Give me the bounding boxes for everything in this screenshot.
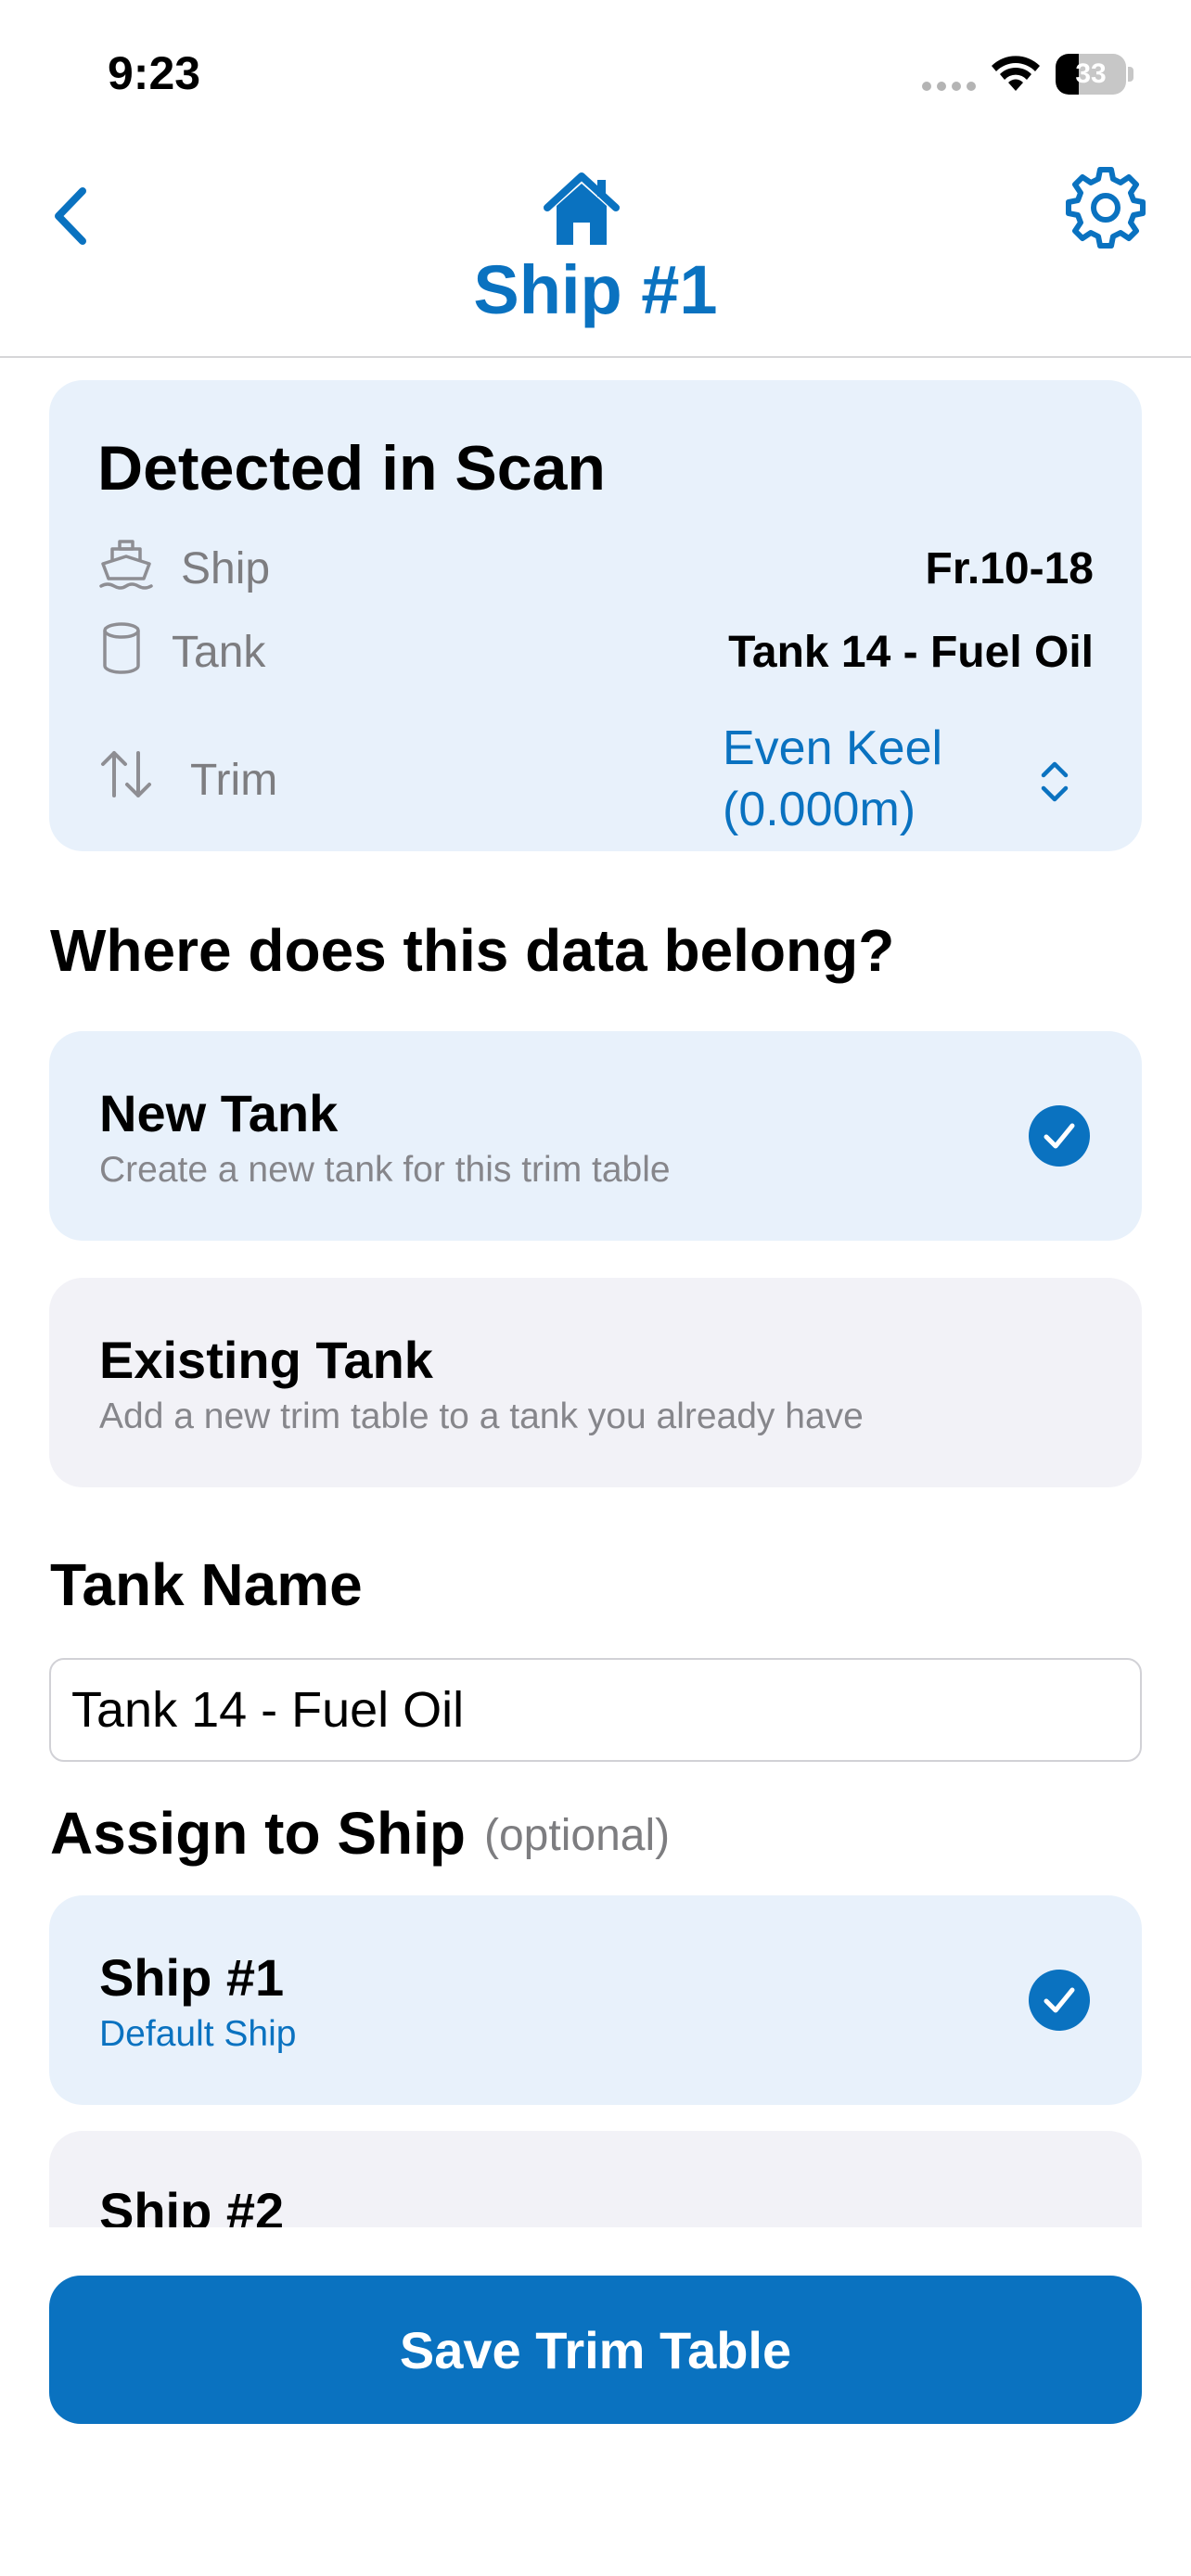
tank-value: Tank 14 - Fuel Oil	[728, 628, 1094, 677]
trim-value: Even Keel (0.000m)	[723, 718, 992, 840]
chevron-up-down-icon	[1041, 761, 1069, 802]
arrow-up-down-icon	[101, 751, 151, 797]
tank-name-field[interactable]	[49, 1658, 1142, 1762]
trim-value-line1: Even Keel	[723, 721, 943, 775]
page-title: Ship #1	[473, 251, 718, 328]
detected-ship-row: Ship Fr.10-18	[97, 532, 1094, 597]
house-icon[interactable]	[540, 167, 623, 250]
cylinder-icon	[103, 622, 140, 674]
detected-in-scan-card: Detected in Scan Ship Fr.10-18 Tank Tank…	[49, 380, 1142, 851]
gear-icon[interactable]	[1065, 167, 1146, 249]
trim-value-line2: (0.000m)	[723, 783, 916, 836]
ferry-icon	[99, 540, 153, 590]
tank-label: Tank	[172, 628, 266, 677]
bottom-action-area: Save Trim Table	[0, 2227, 1191, 2576]
chevron-left-icon	[55, 187, 86, 245]
option-subtitle: Add a new trim table to a tank you alrea…	[99, 1396, 864, 1436]
save-trim-table-button[interactable]: Save Trim Table	[49, 2276, 1142, 2424]
signal-dots-icon	[922, 82, 976, 91]
checkmark-circle-icon	[1029, 1105, 1090, 1167]
trim-label: Trim	[190, 756, 278, 805]
option-title: Existing Tank	[99, 1331, 433, 1389]
detected-title: Detected in Scan	[97, 433, 606, 504]
checkmark-circle-icon	[1029, 1970, 1090, 2031]
ship-option-1[interactable]: Ship #1 Default Ship	[49, 1895, 1142, 2105]
wifi-icon	[992, 56, 1040, 91]
destination-section-title: Where does this data belong?	[50, 917, 895, 984]
detected-tank-row: Tank Tank 14 - Fuel Oil	[97, 616, 1094, 681]
ship-option-2[interactable]: Ship #2	[49, 2131, 1142, 2227]
option-title: New Tank	[99, 1084, 339, 1142]
ship-subtitle: Default Ship	[99, 2014, 297, 2054]
detected-trim-row: Trim Even Keel (0.000m)	[97, 718, 1094, 838]
option-subtitle: Create a new tank for this trim table	[99, 1150, 671, 1190]
status-time: 9:23	[108, 47, 201, 99]
tank-name-section-title: Tank Name	[50, 1551, 363, 1618]
battery-level: 33	[1075, 58, 1107, 89]
option-existing-tank[interactable]: Existing Tank Add a new trim table to a …	[49, 1278, 1142, 1487]
nav-bar: Ship #1	[0, 148, 1191, 358]
option-new-tank[interactable]: New Tank Create a new tank for this trim…	[49, 1031, 1142, 1241]
ship-title: Ship #1	[99, 1948, 285, 2007]
screen: 9:23 33 Ship #1 Detected in Scan Ship Fr…	[0, 0, 1191, 2576]
optional-label: (optional)	[484, 1811, 671, 1860]
ship-value: Fr.10-18	[925, 544, 1094, 593]
back-button[interactable]	[37, 174, 102, 258]
status-bar: 9:23 33	[0, 0, 1191, 148]
trim-picker[interactable]: Even Keel (0.000m)	[723, 718, 1094, 838]
battery-icon: 33	[1056, 54, 1133, 95]
ship-title: Ship #2	[99, 2182, 285, 2227]
assign-section-title: Assign to Ship	[50, 1800, 466, 1867]
ship-label: Ship	[181, 544, 271, 593]
